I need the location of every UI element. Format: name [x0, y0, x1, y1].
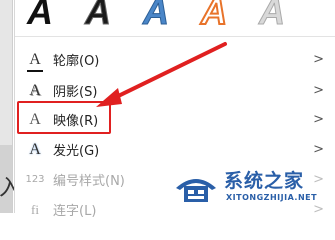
watermark-subtitle: XITONGZHIJIA.NET: [226, 193, 318, 202]
watermark: 系统之家 XITONGZHIJIA.NET: [172, 160, 332, 210]
watermark-title: 系统之家: [224, 170, 305, 192]
watermark-logo-icon: [176, 179, 216, 202]
